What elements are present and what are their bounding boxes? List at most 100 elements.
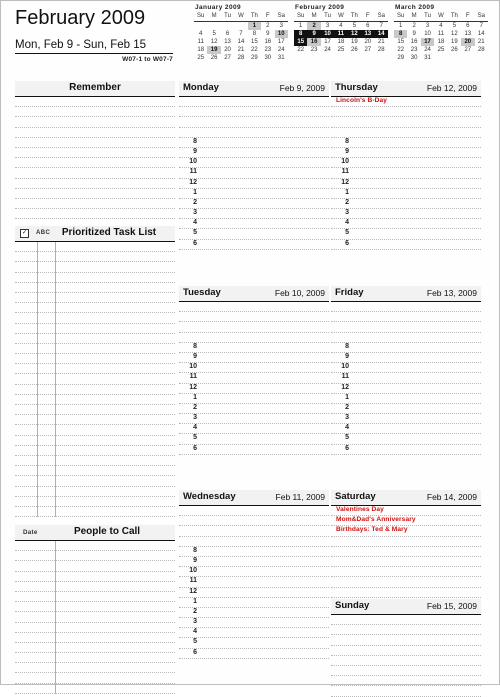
- hour-row[interactable]: 11: [179, 577, 329, 588]
- hour-row[interactable]: 8: [179, 343, 329, 353]
- hour-row[interactable]: 2: [331, 199, 481, 210]
- hour-row[interactable]: 3: [179, 618, 329, 629]
- write-line[interactable]: [15, 425, 175, 436]
- write-line[interactable]: [15, 324, 175, 334]
- write-line[interactable]: [15, 623, 175, 633]
- mini-day-cell[interactable]: 14: [234, 38, 247, 46]
- write-line[interactable]: [331, 588, 481, 598]
- write-line[interactable]: [331, 117, 481, 128]
- mini-day-cell[interactable]: 24: [421, 46, 434, 54]
- mini-day-cell[interactable]: 3: [421, 22, 434, 31]
- hour-row[interactable]: 6: [179, 445, 329, 455]
- hour-row[interactable]: 11: [331, 168, 481, 179]
- write-line[interactable]: [331, 107, 481, 118]
- hour-row[interactable]: 2: [331, 404, 481, 415]
- mini-day-cell[interactable]: 9: [307, 30, 321, 38]
- mini-day-cell[interactable]: 8: [248, 30, 261, 38]
- mini-day-cell[interactable]: 18: [334, 38, 347, 46]
- write-line[interactable]: [15, 168, 175, 179]
- mini-day-cell[interactable]: 12: [207, 38, 220, 46]
- write-line[interactable]: [179, 333, 329, 343]
- mini-day-cell[interactable]: 7: [475, 22, 488, 31]
- write-line[interactable]: [15, 344, 175, 355]
- mini-day-cell[interactable]: 11: [434, 30, 447, 38]
- mini-day-cell[interactable]: 8: [294, 30, 308, 38]
- mini-day-cell[interactable]: 20: [361, 38, 374, 46]
- mini-day-cell[interactable]: 12: [347, 30, 362, 38]
- write-line[interactable]: [15, 684, 175, 694]
- write-line[interactable]: [15, 663, 175, 674]
- write-line[interactable]: [15, 209, 175, 220]
- write-line[interactable]: [179, 526, 329, 537]
- mini-day-cell[interactable]: 15: [248, 38, 261, 46]
- write-line[interactable]: [15, 653, 175, 664]
- mini-day-cell[interactable]: 4: [334, 22, 347, 31]
- write-line[interactable]: [15, 592, 175, 603]
- write-line[interactable]: [15, 189, 175, 199]
- write-line[interactable]: [179, 117, 329, 128]
- write-line[interactable]: [15, 138, 175, 148]
- write-line[interactable]: [331, 686, 481, 697]
- mini-day-cell[interactable]: 1: [247, 21, 262, 30]
- write-line[interactable]: [15, 148, 175, 159]
- write-line[interactable]: [179, 537, 329, 547]
- mini-day-cell[interactable]: 15: [394, 38, 407, 46]
- mini-day-cell[interactable]: 8: [394, 30, 408, 38]
- hour-row[interactable]: 3: [179, 209, 329, 220]
- write-line[interactable]: [331, 537, 481, 547]
- mini-day-cell[interactable]: 18: [194, 46, 207, 54]
- write-line[interactable]: [331, 547, 481, 557]
- write-line[interactable]: [15, 293, 175, 304]
- mini-day-cell[interactable]: 11: [194, 38, 207, 46]
- mini-day-cell[interactable]: 5: [207, 30, 220, 38]
- hour-row[interactable]: 9: [331, 148, 481, 159]
- mini-day-cell[interactable]: 28: [475, 46, 488, 54]
- hour-row[interactable]: 1: [331, 189, 481, 199]
- hour-row[interactable]: 12: [331, 384, 481, 394]
- mini-day-cell[interactable]: 13: [361, 30, 375, 38]
- mini-day-cell[interactable]: 24: [275, 46, 288, 54]
- write-line[interactable]: [15, 487, 175, 497]
- write-line[interactable]: [15, 128, 175, 138]
- mini-day-cell[interactable]: 13: [461, 30, 474, 38]
- write-line[interactable]: [179, 302, 329, 313]
- hour-row[interactable]: 8: [331, 138, 481, 148]
- write-line[interactable]: [331, 312, 481, 323]
- hour-row[interactable]: 12: [179, 588, 329, 598]
- mini-day-cell[interactable]: 30: [407, 54, 420, 62]
- mini-day-cell[interactable]: 12: [448, 30, 461, 38]
- write-line[interactable]: [15, 541, 175, 552]
- mini-day-cell[interactable]: 27: [221, 54, 234, 62]
- write-line[interactable]: [15, 395, 175, 405]
- write-line[interactable]: [15, 446, 175, 456]
- write-line[interactable]: [15, 385, 175, 395]
- mini-day-cell[interactable]: 27: [461, 46, 474, 54]
- mini-day-cell[interactable]: 17: [321, 38, 334, 46]
- hour-row[interactable]: 1: [179, 394, 329, 404]
- write-line[interactable]: [15, 551, 175, 562]
- write-line[interactable]: [15, 252, 175, 263]
- hour-row[interactable]: 5: [331, 434, 481, 445]
- day-event-row[interactable]: Birthdays: Ted & Mary: [331, 526, 481, 537]
- mini-day-cell[interactable]: 1: [394, 22, 407, 31]
- mini-day-cell[interactable]: 31: [275, 54, 288, 62]
- mini-day-cell[interactable]: 10: [320, 30, 335, 38]
- mini-day-cell[interactable]: 4: [434, 22, 447, 31]
- hour-row[interactable]: 4: [179, 424, 329, 435]
- mini-day-cell[interactable]: 25: [194, 54, 207, 62]
- mini-day-cell[interactable]: 9: [407, 30, 420, 38]
- write-line[interactable]: [15, 561, 175, 572]
- mini-day-cell[interactable]: 28: [234, 54, 247, 62]
- write-line[interactable]: [331, 635, 481, 646]
- mini-day-cell[interactable]: 18: [434, 38, 447, 46]
- write-line[interactable]: [179, 312, 329, 323]
- write-line[interactable]: [331, 646, 481, 656]
- hour-row[interactable]: 10: [331, 158, 481, 169]
- mini-day-cell[interactable]: 29: [248, 54, 261, 62]
- mini-day-cell[interactable]: 7: [375, 22, 388, 31]
- mini-day-cell[interactable]: 20: [221, 46, 234, 54]
- hour-row[interactable]: 6: [179, 649, 329, 659]
- mini-day-cell[interactable]: 5: [348, 22, 361, 31]
- write-line[interactable]: [15, 673, 175, 684]
- mini-day-cell[interactable]: 21: [234, 46, 247, 54]
